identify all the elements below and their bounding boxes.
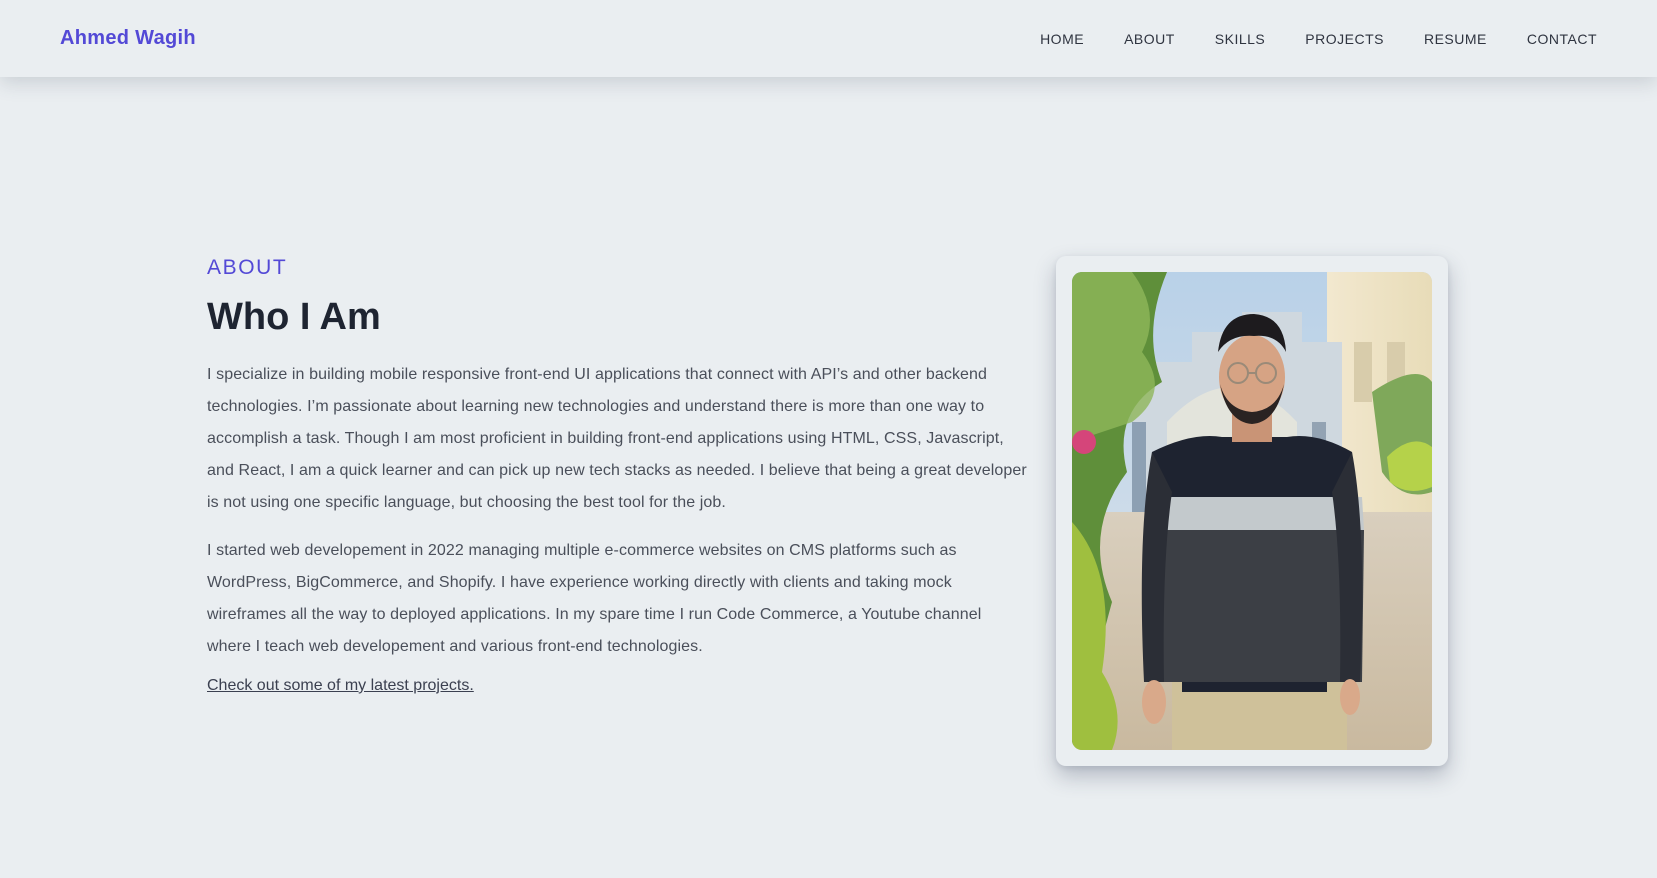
about-paragraph-1: I specialize in building mobile responsi…	[207, 366, 1027, 511]
nav-link-contact[interactable]: CONTACT	[1507, 31, 1597, 47]
nav-item-resume: RESUME	[1404, 31, 1507, 47]
about-section: ABOUT Who I Am I specialize in building …	[207, 254, 1027, 697]
nav-item-skills: SKILLS	[1195, 31, 1285, 47]
nav-link-skills[interactable]: SKILLS	[1195, 31, 1285, 47]
nav-item-about: ABOUT	[1104, 31, 1195, 47]
nav-item-contact: CONTACT	[1507, 31, 1597, 47]
about-paragraph-2: I started web developement in 2022 manag…	[207, 542, 982, 655]
brand-logo-link[interactable]: Ahmed Wagih	[60, 27, 196, 50]
nav-link-about[interactable]: ABOUT	[1104, 31, 1195, 47]
nav-item-home: HOME	[1020, 31, 1104, 47]
profile-photo	[1072, 272, 1432, 750]
profile-photo-card	[1056, 256, 1448, 766]
nav-link-home[interactable]: HOME	[1020, 31, 1104, 47]
section-title: Who I Am	[207, 296, 381, 338]
nav-item-projects: PROJECTS	[1285, 31, 1404, 47]
main-nav: HOME ABOUT SKILLS PROJECTS RESUME CONTAC…	[1020, 31, 1597, 47]
site-header: Ahmed Wagih HOME ABOUT SKILLS PROJECTS R…	[0, 0, 1657, 77]
section-eyebrow: ABOUT	[207, 256, 288, 279]
nav-link-projects[interactable]: PROJECTS	[1285, 31, 1404, 47]
nav-link-resume[interactable]: RESUME	[1404, 31, 1507, 47]
projects-link[interactable]: Check out some of my latest projects.	[207, 675, 474, 697]
